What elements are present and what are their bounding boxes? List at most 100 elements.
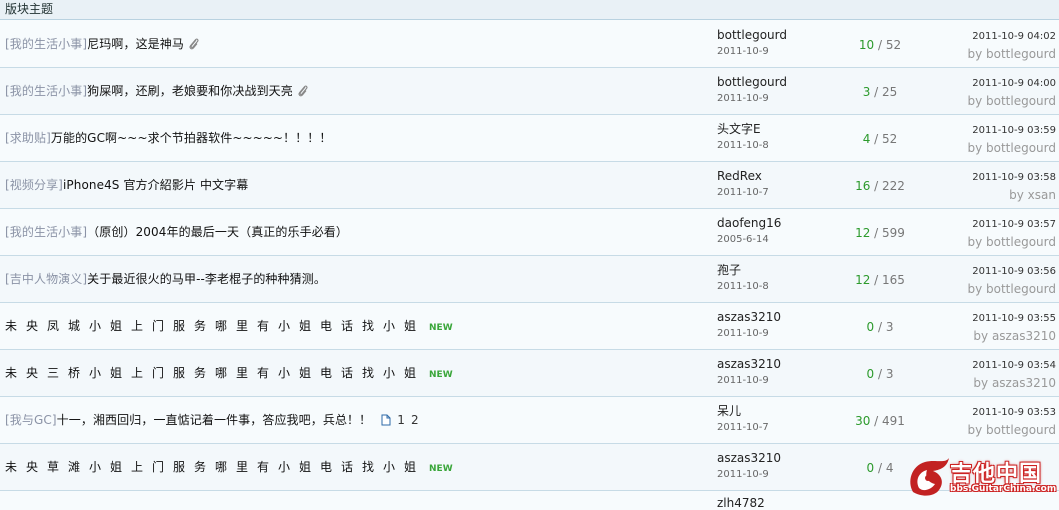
last-post-block: 2011-10-9 03:57 by bottlegourd xyxy=(916,219,1056,249)
view-count: 599 xyxy=(882,226,905,240)
thread-subject: [我与GC]十一，湘西回归，一直惦记着一件事，答应我吧，兵总！！ 1 2 xyxy=(5,413,419,427)
author-link[interactable]: aszas3210 xyxy=(717,310,781,325)
post-date: 2011-10-9 xyxy=(717,93,769,104)
thread-row[interactable]: [视频分享]iPhone4S 官方介紹影片 中文字幕 RedRex 2011-1… xyxy=(0,162,1059,209)
reply-count: 0 xyxy=(866,320,875,334)
author-link[interactable]: 呆儿 xyxy=(717,404,769,419)
author-link[interactable]: aszas3210 xyxy=(717,451,781,466)
last-post-time-link[interactable]: 2011-10-9 03:57 xyxy=(916,219,1056,231)
thread-row[interactable]: 未央三桥小姐上门服务哪里有小姐电话找小姐 NEW aszas3210 2011-1… xyxy=(0,350,1059,397)
thread-title-link[interactable]: 狗屎啊，还刷，老娘要和你决战到天亮 xyxy=(87,84,293,98)
thread-subject: [我的生活小事]（原创）2004年的最后一天（真正的乐手必看） xyxy=(5,225,348,239)
view-count: 52 xyxy=(885,38,902,52)
author-block: aszas3210 2011-10-9 xyxy=(717,357,781,387)
author-block: 孢子 2011-10-8 xyxy=(717,263,769,293)
multipage-icon xyxy=(381,414,391,426)
thread-row[interactable]: 未央草滩小姐上门服务哪里有小姐电话找小姐 NEW aszas3210 2011-1… xyxy=(0,444,1059,491)
view-count: 222 xyxy=(882,179,905,193)
author-link[interactable]: aszas3210 xyxy=(717,357,781,372)
author-block: aszas3210 2011-10-9 xyxy=(717,310,781,340)
dragon-logo-icon xyxy=(910,458,949,496)
thread-row[interactable]: [我与GC]十一，湘西回归，一直惦记着一件事，答应我吧，兵总！！ 1 2 呆儿 20… xyxy=(0,397,1059,444)
last-poster[interactable]: by bottlegourd xyxy=(916,423,1056,437)
reply-view-count: 4 / 52 xyxy=(862,132,898,146)
last-post-block: 2011-10-9 03:56 by bottlegourd xyxy=(916,266,1056,296)
last-post-time-link[interactable]: 2011-10-9 03:58 xyxy=(916,172,1056,184)
author-link[interactable]: RedRex xyxy=(717,169,769,184)
last-post-block: 2011-10-9 03:59 by bottlegourd xyxy=(916,125,1056,155)
thread-title-link[interactable]: iPhone4S 官方介紹影片 中文字幕 xyxy=(63,178,248,192)
thread-title-link[interactable]: 万能的GC啊~~~求个节拍器软件~~~~~！！！！ xyxy=(51,131,332,145)
thread-title-link[interactable]: 尼玛啊，这是神马 xyxy=(87,37,184,51)
thread-category-link[interactable]: [视频分享] xyxy=(5,178,63,192)
thread-title-link[interactable]: 十一，湘西回归，一直惦记着一件事，答应我吧，兵总！！ xyxy=(57,413,372,427)
author-block: daofeng16 2005-6-14 xyxy=(717,216,781,246)
paperclip-icon xyxy=(297,84,309,98)
thread-row[interactable]: [我的生活小事]（原创）2004年的最后一天（真正的乐手必看） daofeng1… xyxy=(0,209,1059,256)
thread-row[interactable]: [吉中人物演义]关于最近很火的马甲--李老棍子的种种猜测。 孢子 2011-10… xyxy=(0,256,1059,303)
author-block: aszas3210 2011-10-9 xyxy=(717,451,781,481)
author-link[interactable]: bottlegourd xyxy=(717,28,787,43)
post-date: 2011-10-7 xyxy=(717,422,769,433)
thread-title-link[interactable]: 未央凤城小姐上门服务哪里有小姐电话找小姐 xyxy=(5,319,425,333)
post-date: 2011-10-9 xyxy=(717,328,769,339)
last-poster[interactable]: by bottlegourd xyxy=(916,94,1056,108)
thread-category-link[interactable]: [求助贴] xyxy=(5,131,51,145)
post-date: 2011-10-9 xyxy=(717,46,769,57)
thread-category-link[interactable]: [我的生活小事] xyxy=(5,37,87,51)
author-link[interactable]: daofeng16 xyxy=(717,216,781,231)
thread-subject: [我的生活小事]尼玛啊，这是神马 xyxy=(5,37,200,51)
thread-row[interactable]: [求助贴]万能的GC啊~~~求个节拍器软件~~~~~！！！！ 头文字E 2011… xyxy=(0,115,1059,162)
site-logo: 吉他中国 bbs.GuitarChina.com xyxy=(905,452,1056,502)
thread-title-link[interactable]: 未央三桥小姐上门服务哪里有小姐电话找小姐 xyxy=(5,366,425,380)
last-post-time-link[interactable]: 2011-10-9 03:55 xyxy=(916,313,1056,325)
last-poster[interactable]: by aszas3210 xyxy=(916,329,1056,343)
thread-title-link[interactable]: 未央草滩小姐上门服务哪里有小姐电话找小姐 xyxy=(5,460,425,474)
reply-view-count: 10 / 52 xyxy=(858,38,902,52)
last-post-block: 2011-10-9 04:02 by bottlegourd xyxy=(916,31,1056,61)
new-badge: NEW xyxy=(429,323,453,333)
last-poster[interactable]: by bottlegourd xyxy=(916,47,1056,61)
thread-category-link[interactable]: [我与GC] xyxy=(5,413,57,427)
thread-row[interactable]: 未央凤城小姐上门服务哪里有小姐电话找小姐 NEW aszas3210 2011-1… xyxy=(0,303,1059,350)
thread-subject: [求助贴]万能的GC啊~~~求个节拍器软件~~~~~！！！！ xyxy=(5,131,332,145)
thread-category-link[interactable]: [吉中人物演义] xyxy=(5,272,87,286)
reply-view-count: 0 / 3 xyxy=(866,367,894,381)
section-header: 版块主题 xyxy=(0,0,1059,20)
last-poster[interactable]: by bottlegourd xyxy=(916,282,1056,296)
last-post-time-link[interactable]: 2011-10-9 04:00 xyxy=(916,78,1056,90)
last-poster[interactable]: by aszas3210 xyxy=(916,376,1056,390)
author-link[interactable]: bottlegourd xyxy=(717,75,787,90)
author-link[interactable]: 头文字E xyxy=(717,122,769,137)
reply-count: 12 xyxy=(855,226,871,240)
last-post-time-link[interactable]: 2011-10-9 03:59 xyxy=(916,125,1056,137)
reply-view-count: 12 / 599 xyxy=(855,226,905,240)
thread-title-link[interactable]: 关于最近很火的马甲--李老棍子的种种猜测。 xyxy=(87,272,326,286)
thread-row[interactable]: [我的生活小事]狗屎啊，还刷，老娘要和你决战到天亮 bottlegourd 20… xyxy=(0,68,1059,115)
thread-category-link[interactable]: [我的生活小事] xyxy=(5,84,87,98)
page-link[interactable]: 1 xyxy=(397,413,405,427)
last-poster[interactable]: by xsan xyxy=(916,188,1056,202)
view-count: 3 xyxy=(885,320,894,334)
author-block: bottlegourd 2011-10-9 xyxy=(717,28,787,58)
last-post-time-link[interactable]: 2011-10-9 03:53 xyxy=(916,407,1056,419)
new-badge: NEW xyxy=(429,370,453,380)
last-post-time-link[interactable]: 2011-10-9 03:54 xyxy=(916,360,1056,372)
view-count: 3 xyxy=(885,367,894,381)
last-post-time-link[interactable]: 2011-10-9 03:56 xyxy=(916,266,1056,278)
last-poster[interactable]: by bottlegourd xyxy=(916,141,1056,155)
page-link[interactable]: 2 xyxy=(411,413,419,427)
thread-category-link[interactable]: [我的生活小事] xyxy=(5,225,87,239)
reply-view-count: 0 / 3 xyxy=(866,320,894,334)
thread-title-link[interactable]: （原创）2004年的最后一天（真正的乐手必看） xyxy=(87,225,348,239)
paperclip-icon xyxy=(188,37,200,51)
reply-count: 10 xyxy=(858,38,875,52)
view-count: 491 xyxy=(882,414,905,428)
last-poster[interactable]: by bottlegourd xyxy=(916,235,1056,249)
view-count: 52 xyxy=(882,132,898,146)
last-post-time-link[interactable]: 2011-10-9 04:02 xyxy=(916,31,1056,43)
post-date: 2011-10-9 xyxy=(717,375,769,386)
thread-row[interactable]: [我的生活小事]尼玛啊，这是神马 bottlegourd 2011-10-9 1… xyxy=(0,21,1059,68)
author-link[interactable]: 孢子 xyxy=(717,263,769,278)
new-badge: NEW xyxy=(429,464,453,474)
